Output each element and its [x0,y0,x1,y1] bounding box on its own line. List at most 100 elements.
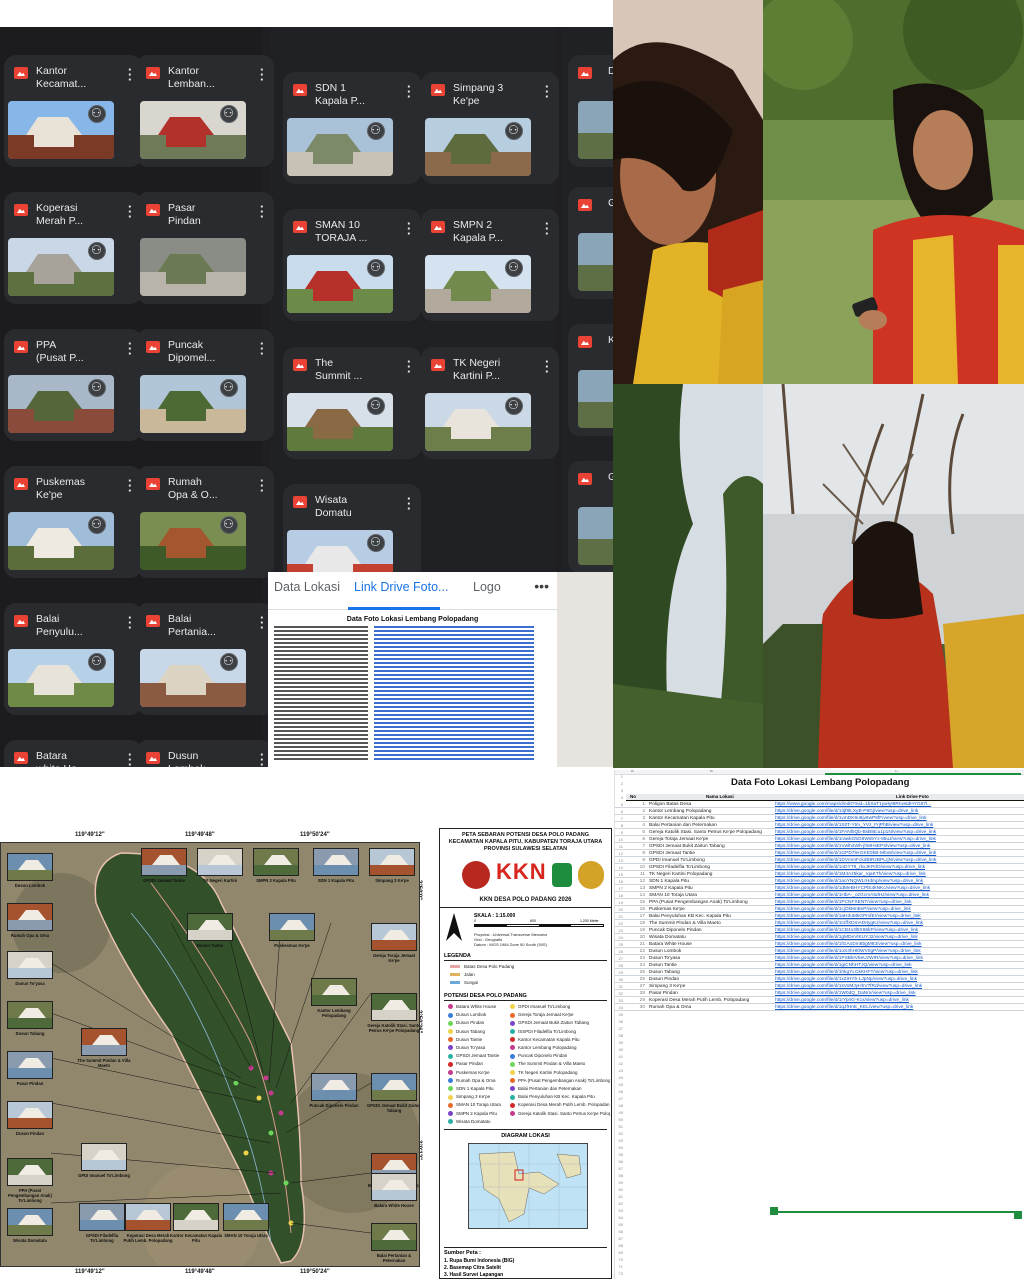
row-drive-link[interactable]: https://drive.google.com/file/d/1CB4x3l5… [775,927,1021,934]
row-number[interactable]: 2 [615,781,623,786]
row-number[interactable]: 72 [615,1271,623,1276]
more-vert-icon[interactable]: · · · [128,63,132,86]
row-number[interactable]: 10 [615,837,623,842]
row-number[interactable]: 53 [615,1138,623,1143]
row-number[interactable]: 12 [615,851,623,856]
row-number[interactable]: 28 [615,963,623,968]
row-drive-link[interactable]: https://drive.google.com/file/d/1hkgYLCk… [775,969,1021,976]
selection-handle-right[interactable] [1014,1211,1022,1219]
place-card-tk[interactable]: TK Negeri Kartini P... · · · [421,347,559,459]
row-number[interactable]: 22 [615,921,623,926]
row-number[interactable]: 50 [615,1117,623,1122]
row-drive-link[interactable]: https://drive.google.com/file/d/1dMeBHYC… [775,885,1021,892]
row-drive-link[interactable]: https://drive.google.com/file/d/1W0dQ_Da… [775,990,1021,997]
row-number[interactable]: 70 [615,1257,623,1262]
row-number[interactable]: 64 [615,1215,623,1220]
row-number[interactable]: 15 [615,872,623,877]
place-card-rumah-opa[interactable]: Rumah Opa & O... · · · [136,466,274,578]
row-number[interactable]: 69 [615,1250,623,1255]
row-number[interactable]: 3 [615,788,623,793]
row-drive-link[interactable]: https://drive.google.com/file/d/1cjOkMnB… [775,906,1021,913]
row-drive-link[interactable]: https://drive.google.com/file/d/1giCNhHT… [775,962,1021,969]
row-number[interactable]: 8 [615,823,623,828]
place-card-balai-pertanian[interactable]: Balai Pertania... · · · [136,603,274,715]
selection-handle[interactable] [770,1207,778,1215]
row-number[interactable]: 29 [615,970,623,975]
tab-logo[interactable]: Logo [473,580,501,594]
row-number[interactable]: 6 [615,809,623,814]
row-number[interactable]: 67 [615,1236,623,1241]
row-number[interactable]: 39 [615,1040,623,1045]
row-number[interactable]: 4 [615,795,623,800]
row-drive-link[interactable]: https://drive.google.com/file/d/1DVmmFck… [775,857,1021,864]
row-number[interactable]: 32 [615,991,623,996]
row-number[interactable]: 68 [615,1243,623,1248]
row-drive-link[interactable]: https://drive.google.com/file/d/1xZiHYb-… [775,976,1021,983]
tab-data-lokasi[interactable]: Data Lokasi [274,580,340,594]
row-drive-link[interactable]: https://drive.google.com/file/d/1rawkG5G… [775,836,1021,843]
row-number[interactable]: 65 [615,1222,623,1227]
row-number[interactable]: 49 [615,1110,623,1115]
place-card-puncak[interactable]: Puncak Dipomel... · · · [136,329,274,441]
row-drive-link[interactable]: https://drive.google.com/file/d/1M4Az5ka… [775,871,1021,878]
row-drive-link[interactable]: https://drive.google.com/file/d/1rYpnG-K… [775,997,1021,1004]
row-number[interactable]: 46 [615,1089,623,1094]
row-number[interactable]: 57 [615,1166,623,1171]
more-vert-icon[interactable]: · · · [128,200,132,223]
row-number[interactable]: 61 [615,1194,623,1199]
place-card-summit[interactable]: The Summit ... · · · [283,347,421,459]
row-drive-link[interactable]: https://drive.google.com/file/d/1gMDeVlK… [775,934,1021,941]
col-b[interactable]: B [710,770,713,773]
row-number[interactable]: 59 [615,1180,623,1185]
row-number[interactable]: 45 [615,1082,623,1087]
row-number[interactable]: 16 [615,879,623,884]
row-drive-link[interactable]: https://drive.google.com/file/d/1GPD7ler… [775,850,1021,857]
more-vert-icon[interactable]: · · · [407,355,411,378]
row-number[interactable]: 17 [615,886,623,891]
row-number[interactable]: 31 [615,984,623,989]
row-number[interactable]: 26 [615,949,623,954]
row-number[interactable]: 55 [615,1152,623,1157]
more-vert-icon[interactable]: · · · [545,217,549,240]
more-vert-icon[interactable]: · · · [260,748,264,767]
row-number[interactable]: 56 [615,1159,623,1164]
place-card-sdn1[interactable]: SDN 1 Kapala P... · · · [283,72,421,184]
row-number[interactable]: 33 [615,998,623,1003]
place-card-dusun-lombok[interactable]: Dusun Lombok ··· [136,740,274,767]
row-number[interactable]: 51 [615,1124,623,1129]
place-card-balai-penyuluhan[interactable]: Balai Penyulu... · · · [4,603,142,715]
row-number[interactable]: 24 [615,935,623,940]
row-drive-link[interactable]: https://drive.google.com/file/d/1FANl0Qb… [775,829,1021,836]
row-drive-link[interactable]: https://drive.google.com/file/d/1t1ffXDm… [775,920,1021,927]
row-number[interactable]: 71 [615,1264,623,1269]
row-drive-link[interactable]: https://drive.google.com/file/d/1vmDK6u8… [775,815,1021,822]
edge-place-card[interactable]: G [568,461,613,573]
more-icon[interactable]: ••• [534,578,549,594]
row-number[interactable]: 38 [615,1033,623,1038]
more-vert-icon[interactable]: · · · [260,337,264,360]
row-number[interactable]: 11 [615,844,623,849]
row-number[interactable]: 66 [615,1229,623,1234]
more-vert-icon[interactable]: · · · [260,63,264,86]
row-number[interactable]: 18 [615,893,623,898]
place-card-batara[interactable]: Batara white Ho... ··· [4,740,142,767]
row-drive-link[interactable]: https://drive.google.com/file/d/1PSBkIV5… [775,955,1021,962]
row-number[interactable]: 13 [615,858,623,863]
row-number[interactable]: 54 [615,1145,623,1150]
row-drive-link[interactable]: https://drive.google.com/file/d/1fGAoDm8… [775,941,1021,948]
row-number[interactable]: 48 [615,1103,623,1108]
place-card-simpang3[interactable]: Simpang 3 Ke'pe · · · [421,72,559,184]
row-number[interactable]: 41 [615,1054,623,1059]
place-card-kantor-lembang[interactable]: Kantor Lemban... · · · [136,55,274,167]
row-number[interactable]: 34 [615,1005,623,1010]
edge-place-card[interactable]: D [568,55,613,167]
row-drive-link[interactable]: https://drive.google.com/file/d/1HbA-_oz… [775,892,1021,899]
more-vert-icon[interactable]: · · · [128,474,132,497]
row-number[interactable]: 20 [615,907,623,912]
more-vert-icon[interactable]: · · · [260,474,264,497]
row-drive-link[interactable]: https://drive.google.com/file/d/1oS4hHt0… [775,948,1021,955]
more-vert-icon[interactable]: · · · [407,217,411,240]
place-card-puskesmas[interactable]: Puskemas Ke'pe · · · [4,466,142,578]
place-card-kantor-kecamatan[interactable]: Kantor Kecamat... · · · [4,55,142,167]
row-number[interactable]: 5 [615,802,623,807]
